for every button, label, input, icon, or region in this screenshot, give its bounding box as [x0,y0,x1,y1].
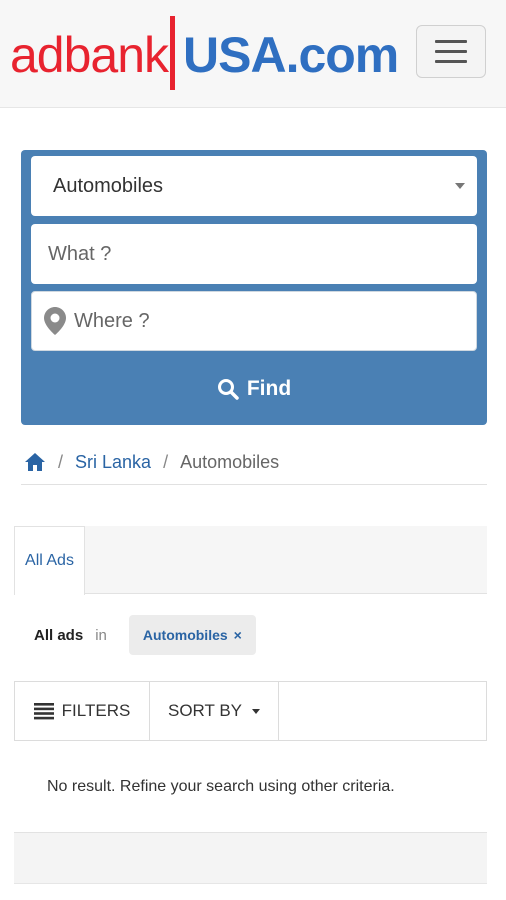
active-filters: All ads in Automobiles × [34,614,256,656]
filters-button-label: FILTERS [61,701,131,720]
caret-down-icon [252,708,260,714]
close-icon[interactable]: × [234,627,242,643]
home-icon[interactable] [24,452,46,472]
chip-label: Automobiles [142,627,228,643]
search-panel: Automobiles What ? Where ? Find [21,150,487,425]
where-input-placeholder: Where ? [74,309,150,332]
what-input-placeholder: What ? [48,242,112,265]
find-button[interactable]: Find [31,360,477,418]
where-input[interactable]: Where ? [31,291,477,351]
hamburger-icon-bar [435,50,467,53]
no-result-text: No result. Refine your search using othe… [47,777,395,795]
hamburger-menu-button[interactable] [416,25,486,78]
site-logo[interactable]: adbank USA.com [8,14,400,94]
what-input[interactable]: What ? [31,224,477,284]
breadcrumb-separator: / [58,451,64,472]
filter-in-label: in [95,626,107,644]
location-pin-icon [44,307,66,335]
breadcrumb-item-sri-lanka[interactable]: Sri Lanka [75,452,151,473]
tabs-bar: All Ads [14,526,487,595]
list-icon [33,703,54,720]
hamburger-icon-bar [435,60,467,63]
hamburger-icon [435,40,467,43]
tab-all-ads[interactable]: All Ads [14,526,85,595]
no-result-message: No result. Refine your search using othe… [14,741,487,833]
category-select-value: Automobiles [53,174,164,197]
category-select[interactable]: Automobiles [31,156,477,216]
breadcrumb: / Sri Lanka / Automobiles [21,440,487,485]
category-filter-chip[interactable]: Automobiles × [128,615,256,655]
sort-by-button[interactable]: SORT BY [150,682,279,740]
results-toolbar: FILTERS SORT BY [14,681,487,741]
search-icon [217,379,239,400]
results-card: All Ads All ads in Automobiles × FILTERS… [14,526,487,884]
sort-by-label: SORT BY [167,701,242,720]
filter-prefix: All ads [34,626,84,644]
breadcrumb-separator: / [163,451,169,472]
logo-text-left: adbank [10,27,170,83]
filters-button[interactable]: FILTERS [15,682,150,740]
breadcrumb-item-automobiles: Automobiles [180,451,280,472]
tab-all-ads-label: All Ads [25,552,74,569]
chevron-down-icon [455,183,465,189]
logo-text-right: USA.com [183,27,398,83]
site-header: adbank USA.com [0,0,506,108]
card-footer [14,833,487,884]
find-button-label: Find [246,377,292,400]
